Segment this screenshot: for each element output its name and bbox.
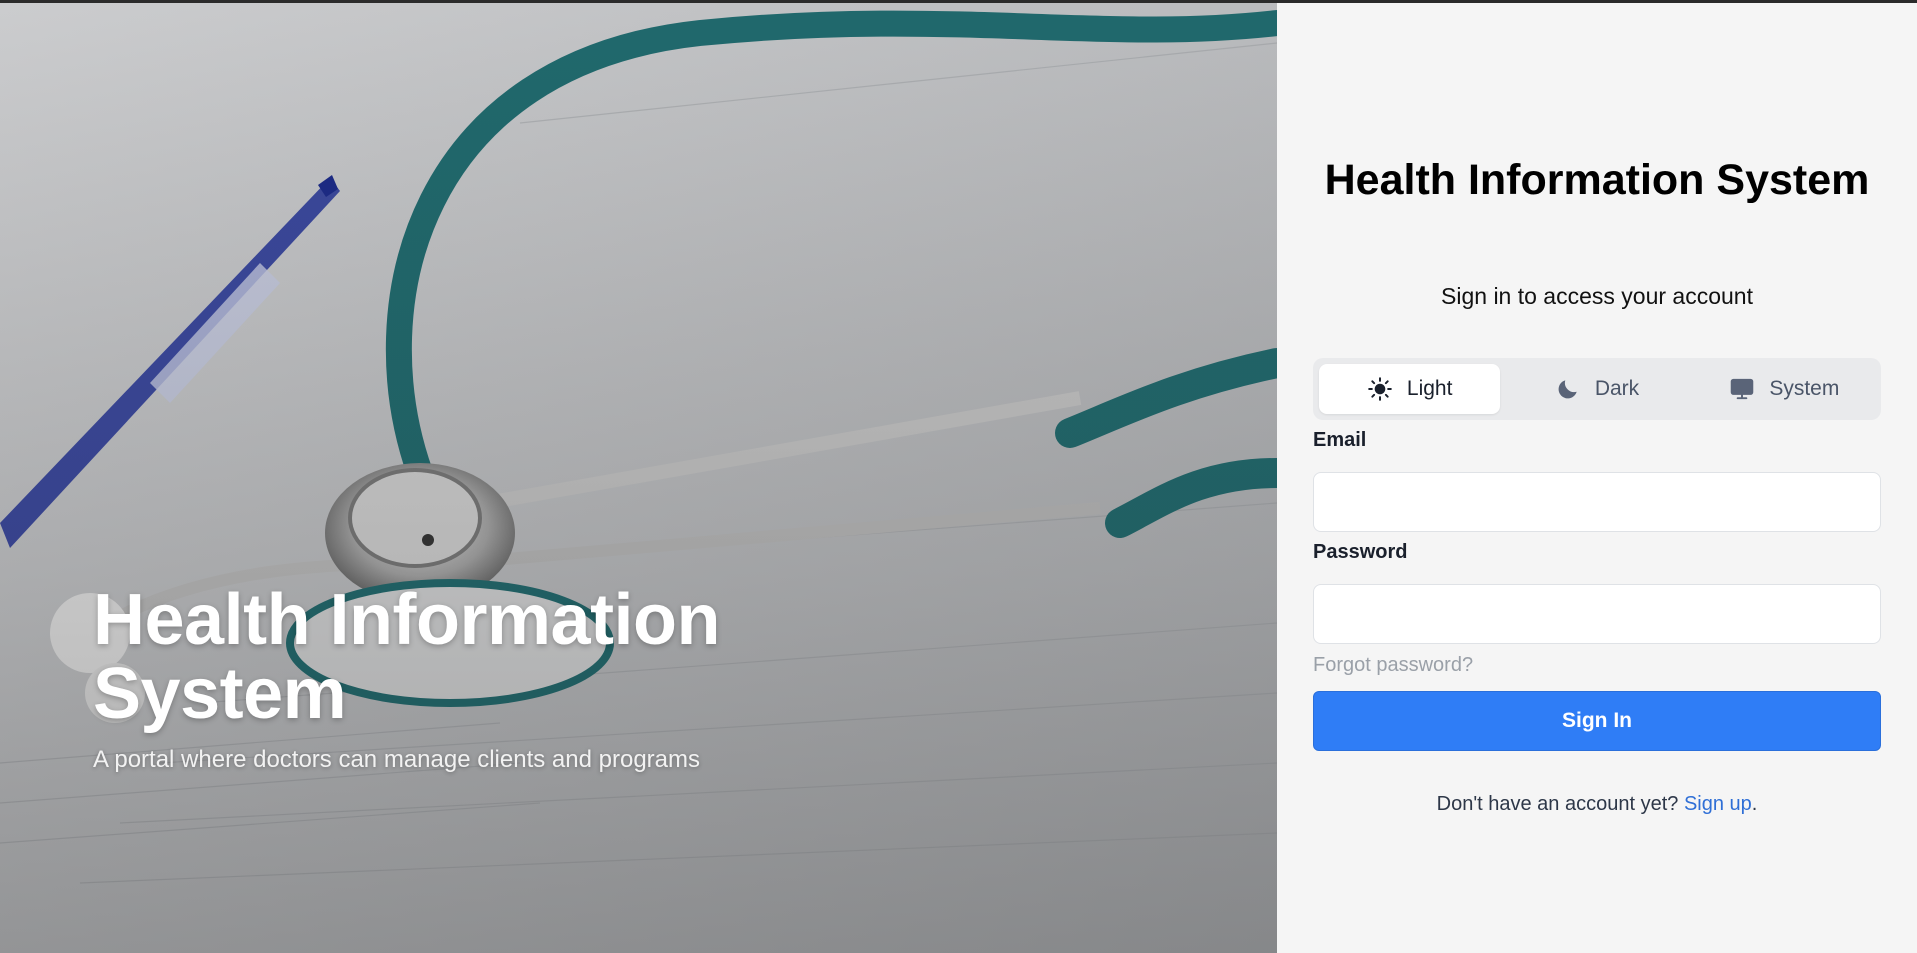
theme-option-system[interactable]: System bbox=[1694, 364, 1875, 414]
email-label: Email bbox=[1313, 429, 1367, 451]
hero-overlay bbox=[0, 3, 1277, 953]
theme-option-label: Light bbox=[1406, 377, 1453, 400]
email-field[interactable] bbox=[1313, 472, 1881, 532]
sign-in-button[interactable]: Sign In bbox=[1313, 691, 1881, 751]
login-panel: Health Information System Sign in to acc… bbox=[1277, 3, 1917, 953]
theme-option-light[interactable]: Light bbox=[1319, 364, 1501, 414]
forgot-password-link[interactable]: Forgot password? bbox=[1313, 654, 1473, 677]
password-label: Password bbox=[1313, 541, 1408, 563]
signup-prompt-text: Don't have an account yet? bbox=[1436, 793, 1679, 815]
hero-subtitle: A portal where doctors can manage client… bbox=[93, 746, 700, 773]
moon-icon bbox=[1558, 380, 1577, 399]
theme-option-label: Dark bbox=[1594, 377, 1640, 400]
hero-section: Health Information System A portal where… bbox=[0, 3, 1277, 953]
theme-switcher: Light Dark System bbox=[1313, 358, 1881, 420]
hero-title: Health Information System bbox=[93, 580, 721, 734]
signup-prompt: Don't have an account yet? Sign up. bbox=[1277, 793, 1917, 816]
page-title: Health Information System bbox=[1324, 156, 1870, 204]
sign-up-link[interactable]: Sign up bbox=[1684, 793, 1752, 815]
theme-option-label: System bbox=[1769, 377, 1840, 400]
signup-prompt-suffix: . bbox=[1751, 793, 1758, 815]
page-subtitle: Sign in to access your account bbox=[1441, 283, 1753, 309]
monitor-icon bbox=[1731, 378, 1754, 400]
theme-option-dark[interactable]: Dark bbox=[1506, 364, 1687, 414]
sun-icon bbox=[1368, 377, 1392, 401]
password-field[interactable] bbox=[1313, 584, 1881, 644]
